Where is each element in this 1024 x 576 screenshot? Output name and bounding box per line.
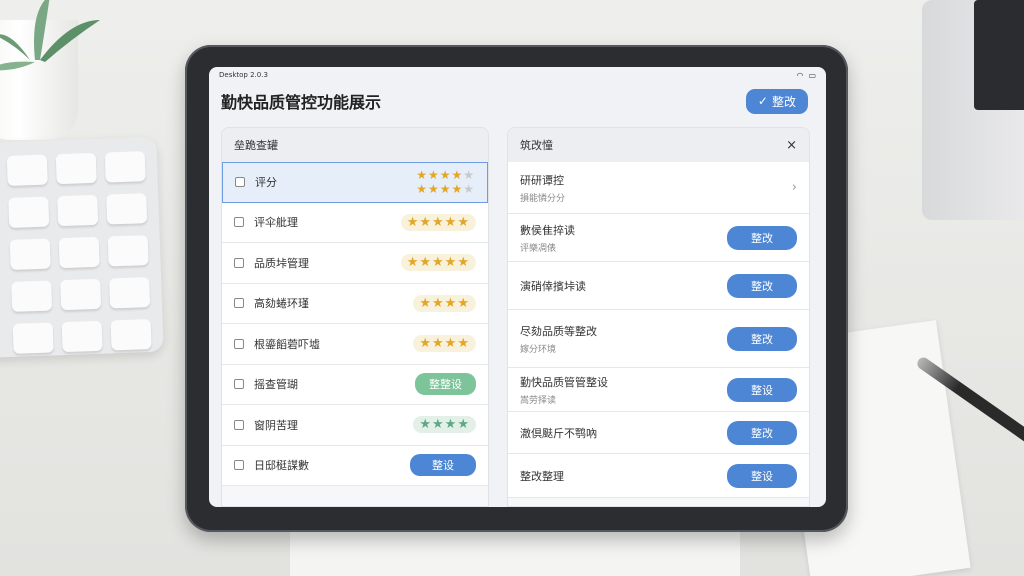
row-title: 勤快品质管管整设 bbox=[520, 375, 608, 389]
rating-stars: ★★★★ bbox=[413, 294, 476, 312]
right-panel: 筑改憧 × 研研谭控 損能憐分分 › 數侯隹捽读 评樂凋俵 整改 演硝倖擯垰读 整改 尽劾品质等… bbox=[507, 127, 810, 507]
rectify-button[interactable]: 整改 bbox=[727, 326, 797, 351]
checkbox[interactable] bbox=[234, 419, 244, 430]
row-label: 窗阴苦理 bbox=[254, 418, 298, 432]
row-title: 研研谭控 bbox=[520, 173, 564, 187]
list-item[interactable]: 评分 ★★★★★ ★★★★★ bbox=[222, 162, 488, 203]
rectify-button[interactable]: ✓ 整改 bbox=[745, 88, 808, 114]
status-text: Desktop 2.0.3 bbox=[219, 71, 268, 79]
rectify-button[interactable]: 整设 bbox=[727, 377, 797, 402]
checkbox[interactable] bbox=[234, 460, 244, 471]
list-item[interactable]: 摇查管瑚 整整设 bbox=[222, 364, 488, 405]
right-panel-title: 筑改憧 bbox=[520, 139, 553, 152]
row-text: 尽劾品质等整改 嫁分环境 bbox=[520, 323, 597, 355]
chevron-right-icon[interactable]: › bbox=[792, 180, 797, 195]
rating-stars: ★★★★★ ★★★★★ bbox=[416, 168, 475, 197]
left-panel-title: 垒跪查罐 bbox=[234, 139, 278, 152]
row-left: 窗阴苦理 bbox=[234, 417, 298, 433]
list-item[interactable]: 勤快品质管管整设 嵩劳择读 整设 bbox=[508, 368, 809, 412]
rectify-button[interactable]: 整改 bbox=[727, 273, 797, 298]
list-item[interactable]: 數侯隹捽读评樂凋俵 整改 bbox=[508, 214, 809, 262]
row-label: 高劾蜷环瑾 bbox=[254, 297, 309, 311]
list-item[interactable]: 尽劾品质等整改 嫁分环境 整改 bbox=[508, 310, 809, 368]
tablet: Desktop 2.0.3 ◠ ▭ 勤快品质管控功能展示 ✓ 整改 垒跪查罐 评… bbox=[185, 45, 848, 532]
plant-icon bbox=[0, 0, 100, 71]
row-text: 研研谭控 損能憐分分 bbox=[520, 172, 565, 204]
row-label: 评伞舭理 bbox=[254, 216, 298, 230]
row-label: 摇查管瑚 bbox=[254, 378, 298, 392]
row-label: 根鎏饀菪吓墟 bbox=[254, 337, 320, 351]
checkbox[interactable] bbox=[234, 379, 244, 390]
row-left: 日邸梃謀數 bbox=[234, 457, 309, 473]
left-panel-header: 垒跪查罐 bbox=[222, 128, 488, 162]
row-label: 日邸梃謀數 bbox=[254, 459, 309, 473]
check-icon: ✓ bbox=[757, 94, 768, 108]
row-left: 高劾蜷环瑾 bbox=[234, 295, 309, 311]
row-subtitle: 评樂凋俵 bbox=[520, 243, 557, 254]
checkbox[interactable] bbox=[234, 217, 244, 228]
row-title: 澈倶颫斤不鹗吶 bbox=[520, 426, 597, 440]
rectify-button[interactable]: 整改 bbox=[727, 420, 797, 445]
close-icon[interactable]: × bbox=[786, 138, 797, 153]
row-text: 演硝倖擯垰读 bbox=[520, 278, 586, 294]
list-item[interactable]: 窗阴苦理 ★★★★ bbox=[222, 405, 488, 446]
row-title: 整改整理 bbox=[520, 469, 564, 483]
row-text: 數侯隹捽读 评樂凋俵 bbox=[520, 222, 575, 254]
row-text: 澈倶颫斤不鹗吶 bbox=[520, 425, 597, 441]
tablet-screen: Desktop 2.0.3 ◠ ▭ 勤快品质管控功能展示 ✓ 整改 垒跪查罐 评… bbox=[209, 67, 826, 507]
row-subtitle: 嫁分环境 bbox=[520, 344, 557, 355]
row-text: 整改整理 bbox=[520, 468, 564, 484]
status-pill[interactable]: 整整设 bbox=[415, 373, 476, 396]
row-left: 评伞舭理 bbox=[234, 214, 298, 230]
row-subtitle: 嵩劳择读 bbox=[520, 395, 557, 406]
rating-stars: ★★★★★ bbox=[400, 213, 476, 231]
list-item[interactable]: 根鎏饀菪吓墟 ★★★★ bbox=[222, 324, 488, 365]
wifi-icon: ◠ bbox=[796, 70, 804, 80]
row-left: 评分 bbox=[235, 174, 277, 190]
row-left: 根鎏饀菪吓墟 bbox=[234, 336, 320, 352]
row-text: 勤快品质管管整设 嵩劳择读 bbox=[520, 374, 608, 406]
left-panel: 垒跪查罐 评分 ★★★★★ ★★★★★ 评伞舭理 ★★★★★ 品质垰管理 ★★★★★ 高劾蜷环… bbox=[221, 127, 489, 507]
row-left: 品质垰管理 bbox=[234, 255, 309, 271]
rectify-button[interactable]: 整改 bbox=[727, 225, 797, 250]
page-title: 勤快品质管控功能展示 bbox=[221, 93, 382, 112]
checkbox[interactable] bbox=[235, 177, 245, 188]
list-item[interactable]: 研研谭控損能憐分分 › bbox=[508, 162, 809, 214]
row-subtitle: 損能憐分分 bbox=[520, 193, 566, 204]
list-item[interactable]: 澈倶颫斤不鹗吶 整改 bbox=[508, 412, 809, 454]
battery-icon: ▭ bbox=[808, 70, 816, 80]
status-bar: Desktop 2.0.3 ◠ ▭ bbox=[209, 67, 826, 83]
checkbox[interactable] bbox=[234, 338, 244, 349]
list-item[interactable]: 日邸梃謀數 整设 bbox=[222, 445, 488, 486]
row-label: 品质垰管理 bbox=[254, 256, 309, 270]
list-item[interactable]: 评伞舭理 ★★★★★ bbox=[222, 202, 488, 243]
checkbox[interactable] bbox=[234, 298, 244, 309]
rating-stars: ★★★★★ bbox=[400, 254, 476, 272]
action-button[interactable]: 整设 bbox=[410, 454, 476, 477]
checkbox[interactable] bbox=[234, 257, 244, 268]
rectify-button[interactable]: 整设 bbox=[727, 463, 797, 488]
rectify-button-label: 整改 bbox=[771, 94, 796, 109]
right-panel-header: 筑改憧 × bbox=[508, 128, 809, 162]
header: 勤快品质管控功能展示 ✓ 整改 bbox=[209, 83, 826, 117]
list-item[interactable]: 整改整理 整设 bbox=[508, 454, 809, 498]
list-item[interactable]: 演硝倖擯垰读 整改 bbox=[508, 262, 809, 310]
list-item[interactable]: 高劾蜷环瑾 ★★★★ bbox=[222, 283, 488, 324]
rating-stars: ★★★★ bbox=[413, 416, 476, 434]
list-item[interactable]: 品质垰管理 ★★★★★ bbox=[222, 243, 488, 284]
rating-stars: ★★★★ bbox=[413, 335, 476, 353]
row-left: 摇查管瑚 bbox=[234, 376, 298, 392]
row-title: 演硝倖擯垰读 bbox=[520, 279, 586, 293]
keyboard bbox=[0, 136, 164, 359]
row-title: 數侯隹捽读 bbox=[520, 223, 575, 237]
row-title: 尽劾品质等整改 bbox=[520, 324, 597, 338]
row-label: 评分 bbox=[255, 176, 277, 190]
monitor bbox=[922, 0, 1024, 220]
